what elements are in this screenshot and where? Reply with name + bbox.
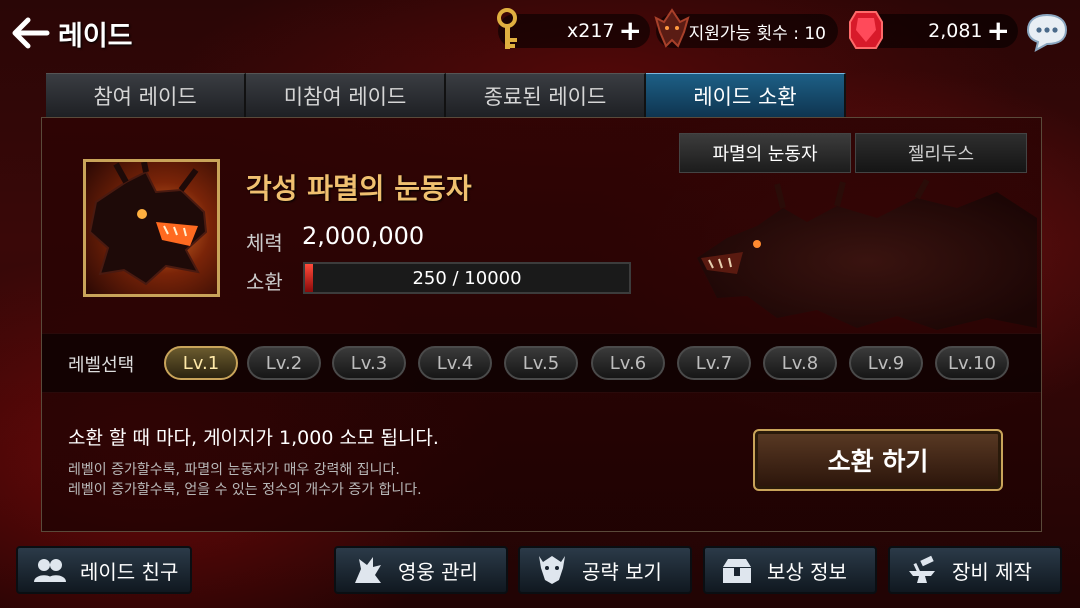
tab-summon-raid[interactable]: 레이드 소환	[646, 73, 846, 117]
anvil-hammer-icon	[904, 555, 940, 585]
boss-select-tabs: 파멸의 눈동자 젤리두스	[679, 133, 1027, 173]
reward-info-label: 보상 정보	[767, 559, 847, 584]
level-option[interactable]: Lv.5	[504, 346, 578, 380]
gem-counter: 2,081 +	[849, 11, 1018, 49]
support-count-text: 지원가능 횟수 : 10	[688, 23, 826, 44]
gem-count: 2,081	[928, 20, 983, 42]
level-option[interactable]: Lv.3	[332, 346, 406, 380]
tab-finished-raid[interactable]: 종료된 레이드	[446, 73, 646, 117]
tab-boss-jellidus[interactable]: 젤리두스	[855, 133, 1027, 173]
hero-icon	[350, 555, 386, 585]
raid-friends-label: 레이드 친구	[80, 559, 179, 584]
page-title: 레이드	[58, 20, 133, 52]
dragon-artwork	[697, 178, 1037, 330]
dragon-head-icon	[654, 8, 690, 48]
back-arrow-icon	[12, 17, 50, 49]
level-hint-strength: 레벨이 증가할수록, 파멸의 눈동자가 매우 강력해 집니다.	[68, 462, 400, 478]
hero-manage-button[interactable]: 영웅 관리	[334, 546, 508, 594]
summon-panel: 각성 파멸의 눈동자 체력 2,000,000 소환 250 / 10000 파…	[41, 117, 1042, 532]
level-option[interactable]: Lv.2	[247, 346, 321, 380]
raid-friends-button[interactable]: 레이드 친구	[16, 546, 192, 594]
level-option[interactable]: Lv.6	[591, 346, 665, 380]
dragon-portrait-image	[88, 162, 208, 286]
raid-tabs: 참여 레이드 미참여 레이드 종료된 레이드 레이드 소환	[46, 73, 846, 117]
level-option[interactable]: Lv.8	[763, 346, 837, 380]
equipment-craft-button[interactable]: 장비 제작	[888, 546, 1062, 594]
demon-mask-icon	[534, 555, 570, 585]
strategy-guide-label: 공략 보기	[582, 559, 662, 584]
top-bar: 레이드 x217 + 지원가능 횟수 : 10 2,081 +	[0, 0, 1080, 66]
boss-name: 각성 파멸의 눈동자	[246, 172, 472, 205]
summon-cost-notice: 소환 할 때 마다, 게이지가 1,000 소모 됩니다.	[68, 427, 439, 449]
key-icon	[497, 8, 517, 49]
summon-label: 소환	[246, 270, 283, 294]
tab-not-joined-raid[interactable]: 미참여 레이드	[246, 73, 446, 117]
chat-icon[interactable]	[1024, 12, 1070, 52]
key-counter: x217 +	[497, 8, 650, 49]
summon-gauge-text: 250 / 10000	[412, 267, 522, 289]
equipment-craft-label: 장비 제작	[952, 559, 1032, 584]
strategy-guide-button[interactable]: 공략 보기	[518, 546, 692, 594]
level-hint-reward: 레벨이 증가할수록, 얻을 수 있는 정수의 개수가 증가 합니다.	[68, 482, 422, 498]
summon-button[interactable]: 소환 하기	[753, 429, 1003, 491]
add-keys-button[interactable]: +	[619, 17, 642, 45]
key-count: x217	[567, 20, 615, 42]
reward-info-button[interactable]: 보상 정보	[703, 546, 877, 594]
treasure-chest-icon	[719, 555, 755, 585]
boss-portrait	[83, 159, 220, 297]
level-option[interactable]: Lv.10	[935, 346, 1009, 380]
support-counter: 지원가능 횟수 : 10	[654, 8, 838, 48]
level-select-row: 레벨선택 Lv.1 Lv.2 Lv.3 Lv.4 Lv.5 Lv.6 Lv.7 …	[42, 333, 1041, 393]
hero-manage-label: 영웅 관리	[398, 559, 478, 584]
hp-value: 2,000,000	[302, 222, 425, 250]
level-option[interactable]: Lv.7	[677, 346, 751, 380]
hp-label: 체력	[246, 231, 283, 255]
tab-joined-raid[interactable]: 참여 레이드	[46, 73, 246, 117]
ruby-gem-icon	[849, 11, 883, 49]
level-option[interactable]: Lv.9	[849, 346, 923, 380]
level-select-label: 레벨선택	[68, 355, 135, 376]
tab-boss-eye-of-ruin[interactable]: 파멸의 눈동자	[679, 133, 851, 173]
back-button[interactable]: 레이드	[12, 12, 152, 54]
friends-icon	[32, 555, 68, 585]
level-option[interactable]: Lv.4	[418, 346, 492, 380]
add-gems-button[interactable]: +	[987, 17, 1010, 45]
summon-gauge: 250 / 10000	[303, 262, 631, 294]
level-option[interactable]: Lv.1	[164, 346, 238, 380]
